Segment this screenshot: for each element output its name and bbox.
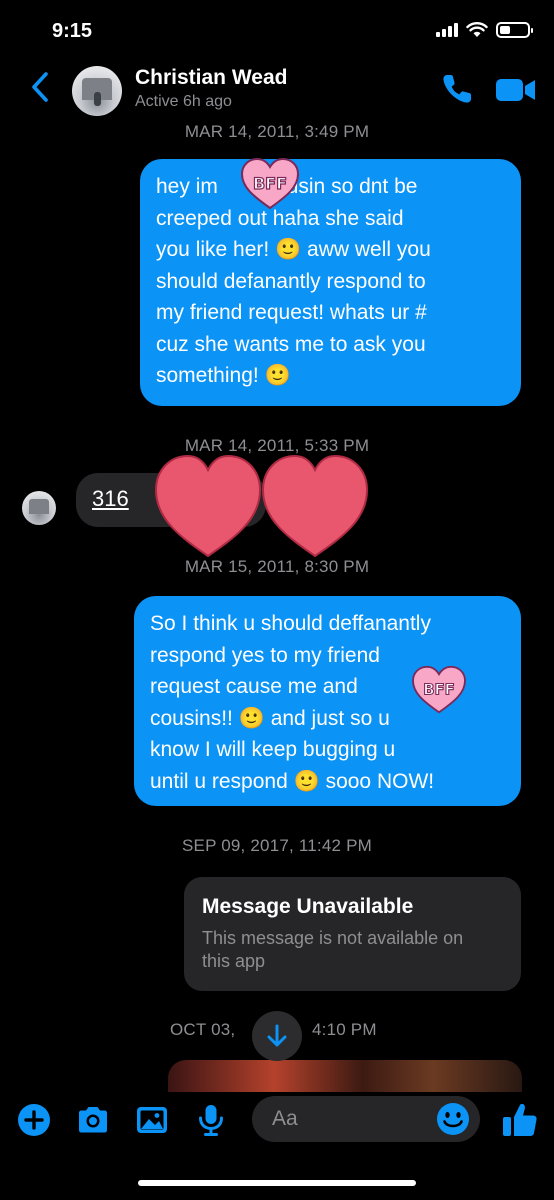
contact-name[interactable]: Christian Wead xyxy=(135,66,287,90)
message-line: know I will keep bugging u xyxy=(150,738,396,761)
microphone-icon[interactable] xyxy=(193,1102,229,1138)
contact-avatar[interactable] xyxy=(72,66,122,116)
unavailable-message-card[interactable]: Message Unavailable This message is not … xyxy=(184,877,521,991)
scroll-to-bottom-button[interactable] xyxy=(252,1011,302,1061)
message-timestamp-right: 4:10 PM xyxy=(312,1020,377,1039)
status-time: 9:15 xyxy=(52,20,93,42)
message-line: something! 🙂 xyxy=(156,364,291,387)
message-line: So I think u should deffanantly xyxy=(150,612,431,635)
message-line: cuz she wants me to ask you xyxy=(156,332,426,356)
message-line: my friend request! whats ur # xyxy=(156,301,427,324)
wifi-icon xyxy=(466,22,488,37)
unavailable-body-line: this app xyxy=(202,951,266,971)
message-line: you like her! 🙂 aww well you xyxy=(156,238,431,261)
outgoing-message-bubble[interactable]: hey im cousin so dnt be creeped out haha… xyxy=(140,159,521,406)
image-icon[interactable] xyxy=(134,1102,170,1138)
bff-heart-sticker: BFF xyxy=(240,157,300,210)
unavailable-body-line: This message is not available on xyxy=(202,928,464,948)
sticker-label: BFF xyxy=(423,681,455,699)
message-input-placeholder: Aa xyxy=(272,1107,298,1130)
arrow-down-icon xyxy=(267,1024,287,1047)
emoji-icon[interactable] xyxy=(435,1101,471,1137)
unavailable-title: Message Unavailable xyxy=(202,895,414,918)
message-timestamp: MAR 14, 2011, 3:49 PM xyxy=(184,122,370,141)
message-timestamp: SEP 09, 2017, 11:42 PM xyxy=(182,836,372,855)
message-line: should defanantly respond to xyxy=(156,269,426,293)
sticker-label: BFF xyxy=(253,174,287,193)
signal-icon xyxy=(436,23,458,37)
contact-avatar-small[interactable] xyxy=(22,491,56,525)
bff-heart-sticker: BFF xyxy=(412,665,466,714)
back-chevron-icon[interactable] xyxy=(26,70,56,104)
status-icons xyxy=(436,22,533,38)
plus-icon[interactable] xyxy=(16,1102,52,1138)
battery-icon xyxy=(496,22,533,38)
message-line: creeped out haha she said xyxy=(156,206,404,230)
heart-stickers xyxy=(154,454,369,558)
message-line: until u respond 🙂 sooo NOW! xyxy=(150,769,435,793)
message-line: hey im cousin so dnt be xyxy=(156,175,418,198)
message-timestamp: MAR 15, 2011, 8:30 PM xyxy=(184,557,370,576)
thumbs-up-icon[interactable] xyxy=(500,1100,540,1140)
unavailable-body: This message is not available on this ap… xyxy=(202,927,503,973)
contact-status: Active 6h ago xyxy=(135,93,232,110)
camera-icon[interactable] xyxy=(75,1102,111,1138)
phone-number-link[interactable]: 316 xyxy=(92,486,129,512)
home-indicator xyxy=(138,1180,416,1186)
message-timestamp-left: OCT 03, xyxy=(170,1020,236,1039)
video-camera-icon[interactable] xyxy=(495,76,537,104)
phone-icon[interactable] xyxy=(440,72,474,106)
